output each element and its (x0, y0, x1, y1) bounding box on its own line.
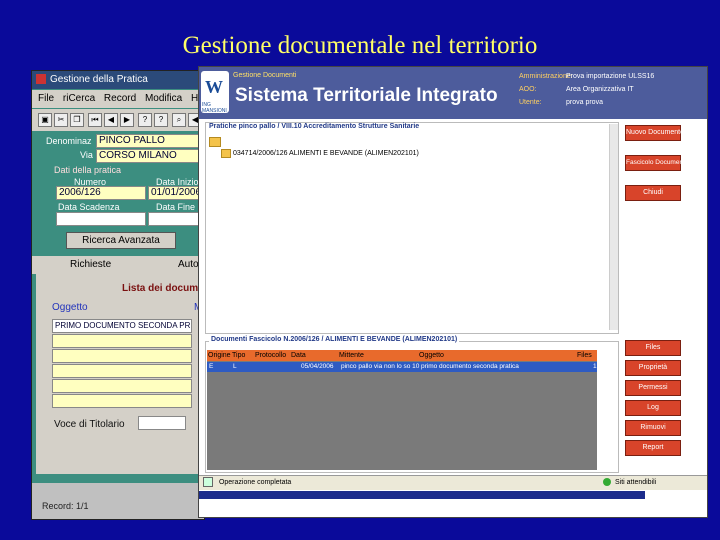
help-icon[interactable]: ? (154, 113, 168, 127)
cut-icon[interactable]: ✂ (54, 113, 68, 127)
page-icon (203, 477, 213, 488)
app-icon (36, 74, 46, 85)
denominaz-label: Denominaz (46, 136, 92, 146)
copy-icon[interactable]: ❐ (70, 113, 84, 127)
document-row-4[interactable] (52, 364, 192, 378)
tab-auto[interactable]: Auto (178, 256, 199, 274)
nuovo-documento-button[interactable]: Nuovo Documento (625, 125, 684, 141)
col-protocollo[interactable]: Protocollo (255, 350, 286, 361)
window-titlebar: Gestione della Pratica (32, 71, 204, 89)
document-row-2[interactable] (52, 334, 192, 348)
pratiche-group-title: Pratiche pinco pallo / VIII.10 Accredita… (209, 123, 420, 130)
documents-table: Origine Tipo Protocollo Data Mittente Og… (207, 350, 597, 470)
toolbar: ▣ ✂ ❐ ⏮ ◀ ▶ ? ? ⌕ ◀ (32, 109, 204, 131)
header-title: Sistema Territoriale Integrato (235, 85, 498, 106)
vertical-scrollbar[interactable] (609, 124, 618, 330)
data-fine-label: Data Fine (156, 202, 196, 212)
voce-titolario-label: Voce di Titolario (54, 419, 125, 430)
status-text: Operazione completata (218, 479, 292, 486)
info-value-utente: prova prova (566, 99, 603, 106)
report-button[interactable]: Report (625, 440, 681, 456)
status-bar: Record: 1/1 (32, 483, 204, 519)
col-mittente[interactable]: Mittente (339, 350, 364, 361)
window-title: Gestione della Pratica (50, 74, 148, 85)
rimuovi-button[interactable]: Rimuovi (625, 420, 681, 436)
document-row-5[interactable] (52, 379, 192, 393)
ricerca-avanzata-button[interactable]: Ricerca Avanzata (66, 232, 176, 249)
table-header: Origine Tipo Protocollo Data Mittente Og… (207, 350, 597, 361)
query-icon[interactable]: ? (138, 113, 152, 127)
menu-record[interactable]: Record (104, 93, 136, 104)
cell-origine: E (209, 363, 214, 370)
menu-ricerca[interactable]: riCerca (63, 93, 95, 104)
save-icon[interactable]: ▣ (38, 113, 52, 127)
slide-title: Gestione documentale nel territorio (182, 32, 538, 59)
document-row-3[interactable] (52, 349, 192, 363)
numero-field[interactable]: 2006/126 (56, 186, 146, 200)
col-files[interactable]: Files (577, 350, 592, 361)
permessi-button[interactable]: Permessi (625, 380, 681, 396)
tab-richieste[interactable]: Richieste (70, 256, 111, 274)
list-title: Lista dei docum (122, 283, 199, 294)
data-fine-field[interactable] (148, 212, 204, 226)
folder-icon[interactable] (209, 137, 221, 147)
section-label: Dati della pratica (54, 165, 122, 175)
document-row-6[interactable] (52, 394, 192, 408)
first-record-icon[interactable]: ⏮ (88, 113, 102, 127)
info-value-amministrazione: Prova importazione ULSS16 (566, 73, 655, 80)
next-record-icon[interactable]: ▶ (120, 113, 134, 127)
logo: W ING MANSIONI (201, 71, 229, 114)
data-scadenza-field[interactable] (56, 212, 146, 226)
menu-file[interactable]: File (38, 93, 54, 104)
col-data[interactable]: Data (291, 350, 306, 361)
files-button[interactable]: Files (625, 340, 681, 356)
menu-bar: File riCerca Record Modifica He (32, 90, 204, 108)
app-header: W ING MANSIONI Gestione Documenti Sistema… (199, 67, 707, 119)
col-origine[interactable]: Origine (208, 350, 231, 361)
cell-oggetto: primo documento seconda pratica (421, 363, 519, 370)
cell-mittente: pinco pallo via non lo so 10 (341, 363, 420, 370)
gestione-pratica-window: Gestione della Pratica File riCerca Reco… (31, 70, 205, 520)
proprieta-button[interactable]: Proprietà (625, 360, 681, 376)
trusted-sites-icon (603, 478, 611, 487)
col-oggetto[interactable]: Oggetto (419, 350, 444, 361)
voce-titolario-field[interactable] (138, 416, 186, 430)
tab-bar: Richieste Auto (32, 256, 204, 274)
via-field[interactable]: CORSO MILANO (96, 149, 204, 163)
search-icon[interactable]: ⌕ (172, 113, 186, 127)
document-row-1[interactable]: PRIMO DOCUMENTO SECONDA PR (52, 319, 192, 333)
fascicolo-documenti-button[interactable]: Fascicolo Documenti (625, 155, 686, 171)
cell-files: 1 (593, 363, 597, 370)
cell-data: 05/04/2006 (301, 363, 334, 370)
tree-item-pratica[interactable]: 034714/2006/126 ALIMENTI E BEVANDE (ALIM… (233, 150, 419, 157)
cell-tipo: L (233, 363, 237, 370)
data-scadenza-label: Data Scadenza (58, 202, 120, 212)
table-row[interactable]: E L 05/04/2006 pinco pallo via non lo so… (207, 362, 597, 372)
info-key-aoo: AOO: (519, 86, 537, 93)
record-indicator: Record: 1/1 (42, 501, 89, 511)
oggetto-label: Oggetto (52, 302, 88, 313)
browser-status-bar: Operazione completata Siti attendibili (199, 475, 707, 490)
documents-panel: Lista dei docum Oggetto M PRIMO DOCUMENT… (36, 274, 204, 474)
info-key-amministrazione: Amministrazione: (519, 73, 573, 80)
prev-record-icon[interactable]: ◀ (104, 113, 118, 127)
data-inizio-field[interactable]: 01/01/2006 (148, 186, 204, 200)
chiudi-button[interactable]: Chiudi (625, 185, 681, 201)
menu-modifica[interactable]: Modifica (145, 93, 182, 104)
log-button[interactable]: Log (625, 400, 681, 416)
trusted-sites-label: Siti attendibili (615, 479, 657, 486)
folder-icon[interactable] (221, 149, 231, 158)
via-label: Via (80, 150, 93, 160)
sistema-territoriale-window: W ING MANSIONI Gestione Documenti Sistema… (198, 66, 708, 518)
info-key-utente: Utente: (519, 99, 542, 106)
col-tipo[interactable]: Tipo (232, 350, 245, 361)
info-value-aoo: Area Organizzativa IT (566, 86, 634, 93)
header-subtitle: Gestione Documenti (233, 72, 297, 79)
denominaz-field[interactable]: PINCO PALLO (96, 134, 204, 148)
documenti-group-title: Documenti Fascicolo N.2006/126 / ALIMENT… (209, 336, 460, 343)
taskbar (199, 491, 645, 499)
